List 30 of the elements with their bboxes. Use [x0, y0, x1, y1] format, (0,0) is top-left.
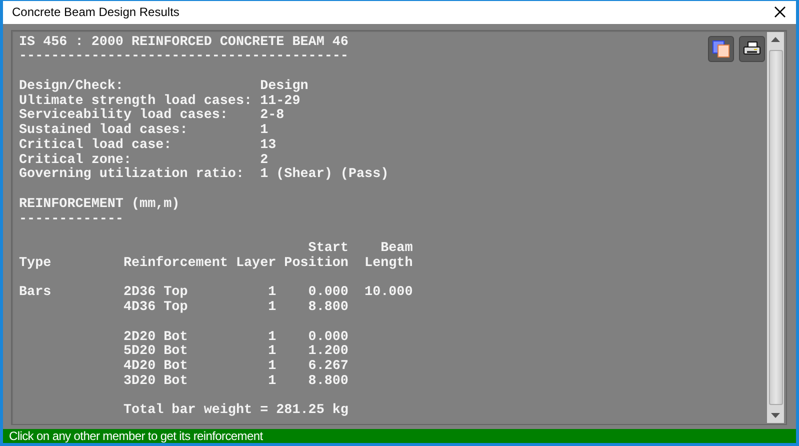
report-line: Critical load case: 13 [19, 138, 276, 153]
report-line: 2D20 Bot 1 0.000 [122, 330, 348, 345]
report-line: Type Reinforcement Layer Position Length [19, 256, 413, 272]
scroll-up-icon[interactable] [771, 37, 780, 42]
report-line: Governing utilization ratio: 1 (Shear) (Pass) [19, 168, 389, 183]
report-line: Start Beam [307, 242, 413, 256]
copy-icon [712, 40, 730, 58]
copy-button[interactable] [708, 36, 734, 62]
report-line: Sustained load cases: 1 [19, 124, 268, 138]
printer-icon [743, 40, 761, 56]
window-title: Concrete Beam Design Results [12, 5, 180, 20]
report-line: Ultimate strength load cases: 11-29 [19, 94, 300, 108]
report-line: Total bar weight = 281.25 kg [122, 404, 348, 419]
report-line: 5D20 Bot 1 1.200 [122, 345, 348, 360]
report-line: Design/Check: Design [19, 80, 308, 94]
scroll-thumb[interactable] [768, 50, 782, 405]
report-line: 4D20 Bot 1 6.267 [122, 360, 348, 375]
report-line: Critical zone: 2 [19, 154, 268, 168]
scroll-down-icon[interactable] [771, 412, 780, 418]
report-line: Bars 2D36 Top 1 0.000 10.000 [19, 286, 413, 301]
report-line: REINFORCEMENT (mm,m) [19, 198, 180, 212]
report-line: ----------------------------------------- [19, 50, 348, 65]
print-button[interactable] [739, 36, 765, 62]
report-line: Serviceability load cases: 2-8 [19, 109, 284, 124]
status-bar: Click on any other member to get its reinforcement [3, 429, 796, 443]
scrollbar[interactable] [767, 32, 784, 423]
report-line: 3D20 Bot 1 8.800 [122, 374, 348, 390]
report-line: ------------- [19, 212, 124, 228]
report-line: IS 456 : 2000 REINFORCED CONCRETE BEAM 46 [19, 36, 348, 50]
report-line: 4D36 Top 1 8.800 [122, 301, 348, 316]
